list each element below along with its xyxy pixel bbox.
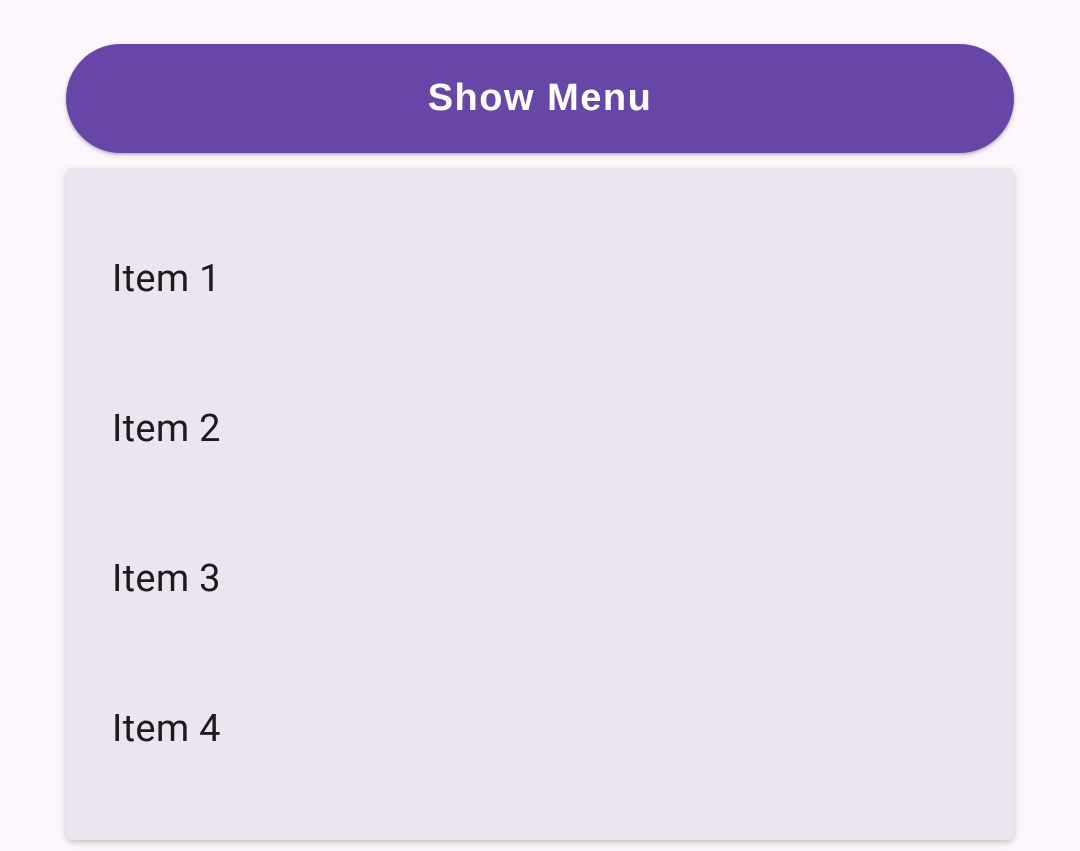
show-menu-button[interactable]: Show Menu bbox=[66, 44, 1014, 153]
menu-item[interactable]: Item 4 bbox=[66, 654, 1014, 804]
menu-item[interactable]: Item 2 bbox=[66, 354, 1014, 504]
menu-item[interactable]: Item 1 bbox=[66, 204, 1014, 354]
menu-panel: Item 1 Item 2 Item 3 Item 4 bbox=[66, 168, 1014, 840]
menu-item[interactable]: Item 3 bbox=[66, 504, 1014, 654]
